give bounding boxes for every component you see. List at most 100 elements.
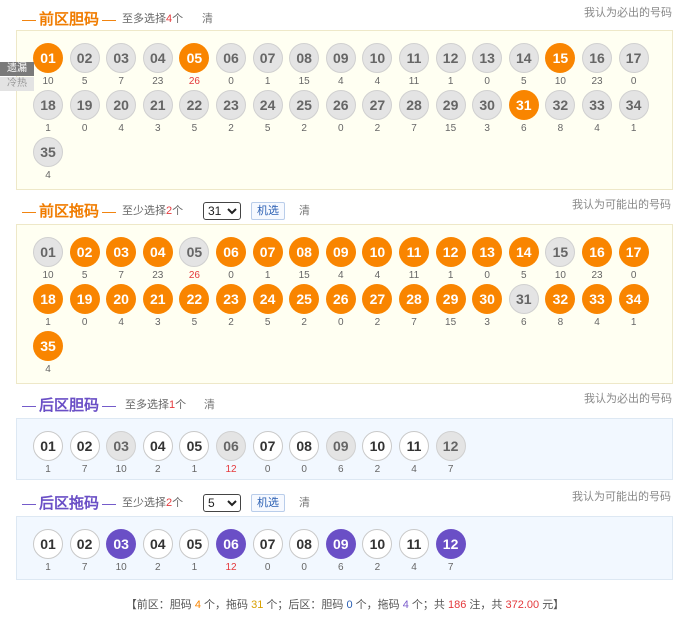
number-ball[interactable]: 04 [142,237,173,267]
number-ball[interactable]: 12 [435,529,466,559]
number-ball[interactable]: 18 [33,284,63,314]
clear-button[interactable]: 清 [299,492,310,514]
number-ball[interactable]: 32 [545,284,576,314]
clear-button[interactable]: 清 [204,394,215,416]
number-ball[interactable]: 28 [399,90,429,120]
number-ball[interactable]: 13 [472,43,503,73]
number-ball[interactable]: 03 [106,237,137,267]
number-ball[interactable]: 08 [289,431,320,461]
number-ball[interactable]: 01 [33,431,63,461]
number-ball[interactable]: 01 [33,237,63,267]
number-ball[interactable]: 12 [435,43,466,73]
number-ball[interactable]: 12 [435,237,466,267]
number-ball[interactable]: 15 [545,237,576,267]
number-ball[interactable]: 30 [472,284,503,314]
number-ball[interactable]: 11 [399,431,429,461]
number-ball[interactable]: 11 [399,529,429,559]
number-ball[interactable]: 15 [545,43,576,73]
number-ball[interactable]: 02 [69,43,100,73]
number-ball[interactable]: 07 [252,529,283,559]
number-ball[interactable]: 14 [508,237,539,267]
number-ball[interactable]: 17 [618,43,649,73]
number-ball[interactable]: 07 [252,237,283,267]
number-ball[interactable]: 02 [69,431,100,461]
number-ball[interactable]: 07 [252,43,283,73]
number-ball[interactable]: 13 [472,237,503,267]
number-ball[interactable]: 31 [508,284,539,314]
number-ball[interactable]: 03 [106,43,137,73]
number-ball[interactable]: 04 [142,431,173,461]
number-ball[interactable]: 32 [545,90,576,120]
number-ball[interactable]: 05 [179,43,210,73]
number-ball[interactable]: 01 [33,43,63,73]
number-ball[interactable]: 21 [142,90,173,120]
number-ball[interactable]: 24 [252,284,283,314]
number-ball[interactable]: 06 [216,237,246,267]
number-ball[interactable]: 04 [142,529,173,559]
number-ball[interactable]: 17 [618,237,649,267]
number-ball[interactable]: 10 [362,43,393,73]
number-ball[interactable]: 16 [582,43,612,73]
number-ball[interactable]: 06 [216,529,246,559]
number-ball[interactable]: 19 [69,90,100,120]
number-ball[interactable]: 18 [33,90,63,120]
number-ball[interactable]: 30 [472,90,503,120]
number-ball[interactable]: 09 [325,237,356,267]
number-ball[interactable]: 22 [179,284,210,314]
number-ball[interactable]: 10 [362,237,393,267]
number-ball[interactable]: 23 [216,90,246,120]
number-ball[interactable]: 03 [106,431,137,461]
random-pick-button[interactable]: 机选 [251,202,285,220]
number-ball[interactable]: 01 [33,529,63,559]
number-ball[interactable]: 26 [325,90,356,120]
number-ball[interactable]: 33 [582,284,612,314]
number-ball[interactable]: 23 [216,284,246,314]
number-ball[interactable]: 25 [289,90,320,120]
number-ball[interactable]: 35 [33,331,63,361]
number-ball[interactable]: 27 [362,284,393,314]
number-ball[interactable]: 11 [399,237,429,267]
number-ball[interactable]: 29 [435,90,466,120]
number-ball[interactable]: 34 [618,284,649,314]
random-pick-button[interactable]: 机选 [251,494,285,512]
number-ball[interactable]: 29 [435,284,466,314]
number-ball[interactable]: 02 [69,529,100,559]
clear-button[interactable]: 清 [299,200,310,222]
number-ball[interactable]: 09 [325,529,356,559]
number-ball[interactable]: 08 [289,529,320,559]
number-ball[interactable]: 11 [399,43,429,73]
missing-tab[interactable]: 遗漏 [0,62,34,76]
number-ball[interactable]: 20 [106,90,137,120]
number-ball[interactable]: 19 [69,284,100,314]
number-ball[interactable]: 09 [325,431,356,461]
number-ball[interactable]: 10 [362,529,393,559]
number-ball[interactable]: 09 [325,43,356,73]
number-ball[interactable]: 22 [179,90,210,120]
number-ball[interactable]: 21 [142,284,173,314]
clear-button[interactable]: 清 [202,8,213,30]
number-ball[interactable]: 08 [289,43,320,73]
number-ball[interactable]: 14 [508,43,539,73]
number-ball[interactable]: 20 [106,284,137,314]
number-ball[interactable]: 06 [216,43,246,73]
number-ball[interactable]: 05 [179,529,210,559]
number-ball[interactable]: 05 [179,431,210,461]
number-ball[interactable]: 02 [69,237,100,267]
number-ball[interactable]: 33 [582,90,612,120]
number-ball[interactable]: 24 [252,90,283,120]
number-ball[interactable]: 04 [142,43,173,73]
number-ball[interactable]: 34 [618,90,649,120]
number-ball[interactable]: 35 [33,137,63,167]
number-ball[interactable]: 27 [362,90,393,120]
number-ball[interactable]: 10 [362,431,393,461]
number-ball[interactable]: 16 [582,237,612,267]
number-ball[interactable]: 25 [289,284,320,314]
number-ball[interactable]: 07 [252,431,283,461]
hotcold-tab[interactable]: 冷热 [0,77,34,91]
count-select[interactable]: 31 [203,202,241,220]
number-ball[interactable]: 12 [435,431,466,461]
number-ball[interactable]: 26 [325,284,356,314]
number-ball[interactable]: 05 [179,237,210,267]
number-ball[interactable]: 08 [289,237,320,267]
count-select[interactable]: 5 [203,494,241,512]
